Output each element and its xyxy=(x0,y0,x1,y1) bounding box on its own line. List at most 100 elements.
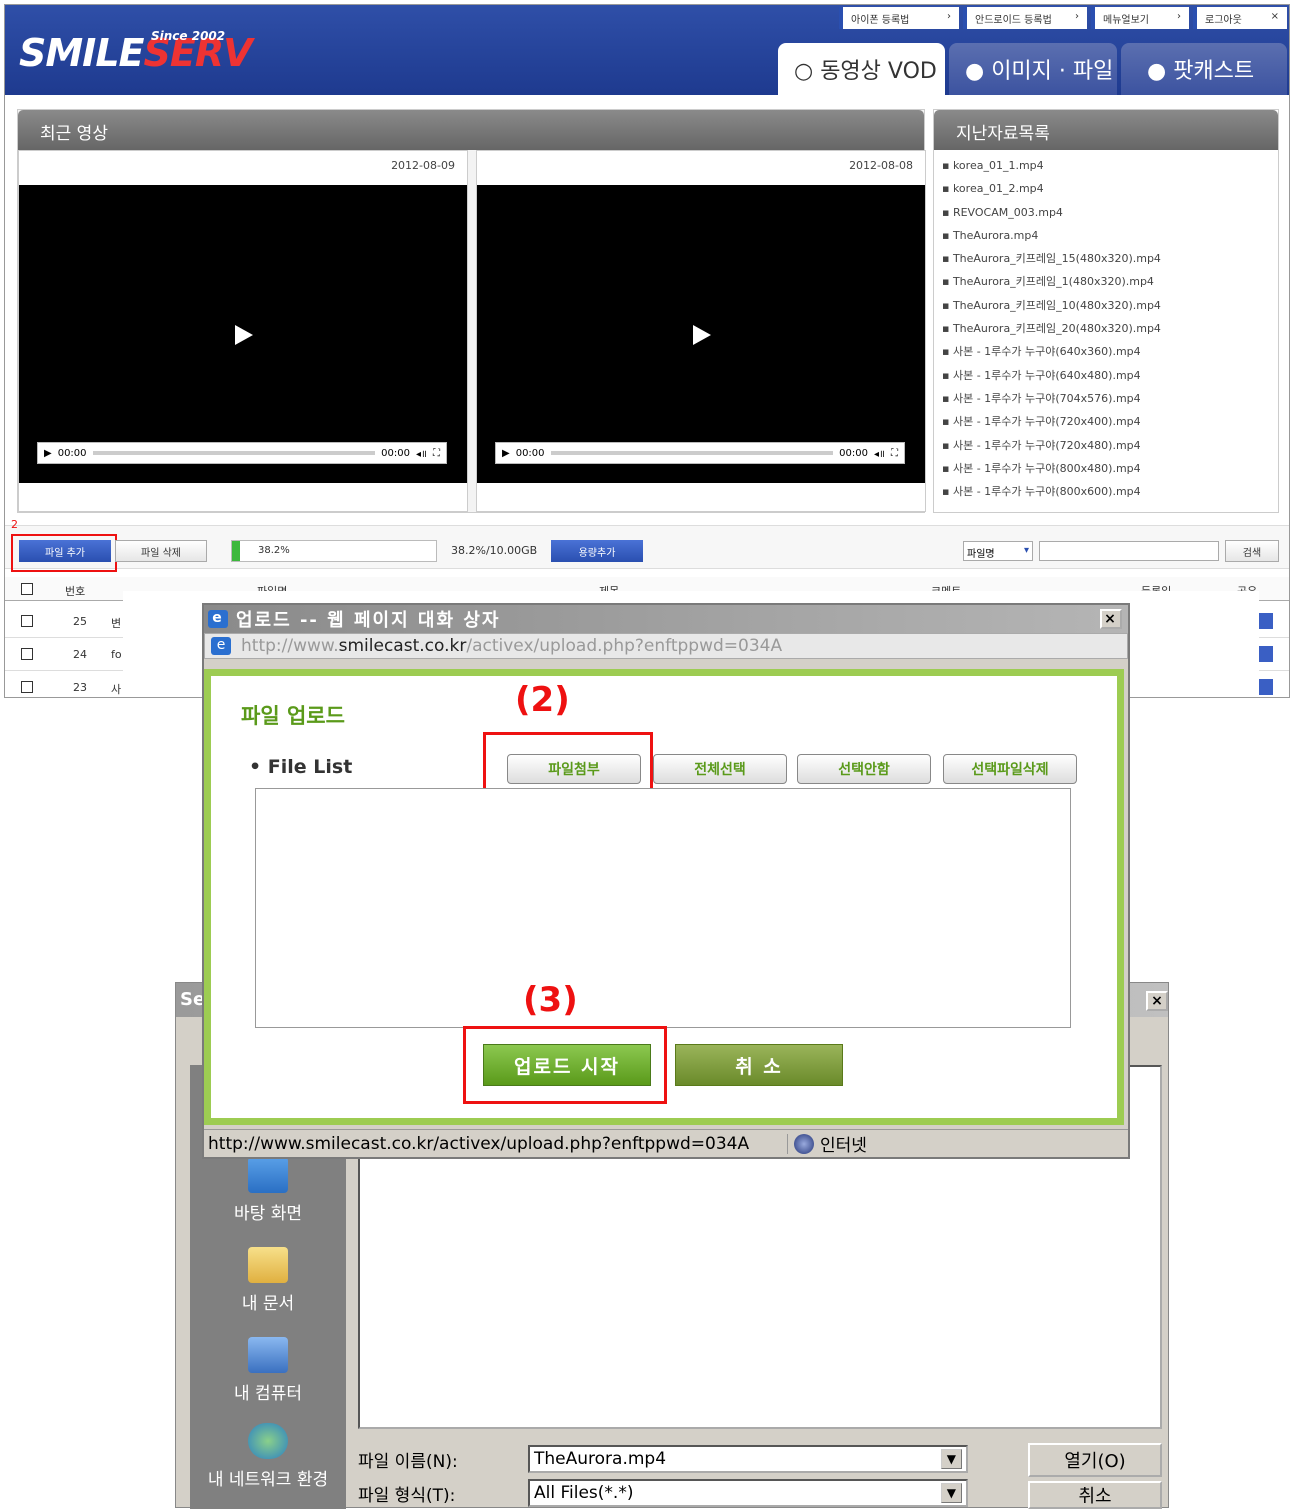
archive-list: ▪ korea_01_1.mp4 ▪ korea_01_2.mp4 ▪ REVOCA… xyxy=(934,150,1278,503)
archive-list-item[interactable]: ▪ TheAurora_키프레임_15(480x320).mp4 xyxy=(934,247,1278,270)
time-current: 00:00 xyxy=(57,447,87,459)
delete-selected-button[interactable]: 선택파일삭제 xyxy=(943,754,1077,784)
top-link-iphone[interactable]: 아이폰 등록법 › xyxy=(839,7,959,29)
share-icon[interactable] xyxy=(1259,646,1273,662)
video-date: 2012-08-09 xyxy=(19,151,467,185)
cancel-button[interactable]: 취소 xyxy=(1028,1481,1162,1509)
usage-percent: 38.2% xyxy=(258,545,290,556)
since-label: Since 2002 xyxy=(151,29,226,43)
share-icon[interactable] xyxy=(1259,613,1273,629)
video-player-2: 2012-08-08 ▶ 00:00 00:00 ◂॥ ⛶ xyxy=(476,150,926,512)
filename-input[interactable]: TheAurora.mp4 ▼ xyxy=(528,1445,968,1473)
dialog-url-bar: e http://www. smilecast.co.kr/activex/upl… xyxy=(204,633,1128,659)
col-num: 번호 xyxy=(65,585,86,598)
play-icon[interactable] xyxy=(235,325,253,345)
deselect-button[interactable]: 선택안함 xyxy=(797,754,931,784)
desktop-icon xyxy=(248,1157,288,1193)
video-screen[interactable]: ▶ 00:00 00:00 ◂॥ ⛶ xyxy=(19,185,467,483)
row-filename[interactable]: 사 xyxy=(111,681,121,697)
row-checkbox[interactable] xyxy=(21,681,33,693)
archive-list-item[interactable]: ▪ TheAurora.mp4 xyxy=(934,224,1278,247)
usage-text: 38.2%/10.00GB xyxy=(451,544,538,557)
select-all-checkbox[interactable] xyxy=(21,583,33,595)
delete-file-button[interactable]: 파일 삭제 xyxy=(115,540,207,562)
tab-podcast[interactable]: ● 팟캐스트 xyxy=(1121,43,1287,95)
play-small-icon[interactable]: ▶ xyxy=(44,448,52,459)
upload-heading: 파일 업로드 xyxy=(241,704,345,728)
attach-file-button[interactable]: 파일첨부 xyxy=(507,754,641,784)
open-button[interactable]: 열기(O) xyxy=(1028,1443,1162,1477)
search-field-select[interactable]: 파일명 ▾ xyxy=(963,541,1033,561)
row-num: 24 xyxy=(73,648,87,661)
video-player-1: 2012-08-09 ▶ 00:00 00:00 ◂॥ ⛶ xyxy=(18,150,468,512)
archive-list-item[interactable]: ▪ TheAurora_키프레임_20(480x320).mp4 xyxy=(934,317,1278,340)
archive-list-item[interactable]: ▪ korea_01_2.mp4 xyxy=(934,177,1278,200)
fullscreen-icon[interactable]: ⛶ xyxy=(433,448,440,459)
tab-image-file[interactable]: ● 이미지 · 파일 xyxy=(949,43,1117,95)
site-header: SMILESERV Since 2002 아이폰 등록법 › 안드로이드 등록법 ›… xyxy=(5,5,1289,95)
select-all-button[interactable]: 전체선택 xyxy=(653,754,787,784)
top-link-logout[interactable]: 로그아웃 × xyxy=(1193,7,1287,29)
share-icon[interactable] xyxy=(1259,679,1273,695)
video-date: 2012-08-08 xyxy=(477,151,925,185)
chevron-down-icon: ▾ xyxy=(1023,545,1029,556)
archive-list-item[interactable]: ▪ 사본 - 1루수가 누구야(640x360).mp4 xyxy=(934,340,1278,363)
row-filename[interactable]: 변 xyxy=(111,615,121,631)
row-filename[interactable]: fo xyxy=(111,648,122,661)
archive-list-item[interactable]: ▪ 사본 - 1루수가 누구야(704x576).mp4 xyxy=(934,387,1278,410)
archive-list-item[interactable]: ▪ 사본 - 1루수가 누구야(640x480).mp4 xyxy=(934,364,1278,387)
usage-bar: 38.2% xyxy=(231,540,437,562)
chevron-down-icon[interactable]: ▼ xyxy=(940,1449,962,1469)
time-total: 00:00 xyxy=(381,447,410,459)
archive-title: 지난자료목록 xyxy=(934,110,1278,150)
upload-dialog-title: 업로드 -- 웹 페이지 대화 상자 xyxy=(236,610,501,631)
time-current: 00:00 xyxy=(515,447,545,459)
archive-list-item[interactable]: ▪ 사본 - 1루수가 누구야(800x480).mp4 xyxy=(934,457,1278,480)
fullscreen-icon[interactable]: ⛶ xyxy=(891,448,898,459)
row-checkbox[interactable] xyxy=(21,615,33,627)
search-input[interactable] xyxy=(1039,541,1219,561)
status-zone: 인터넷 xyxy=(820,1136,867,1156)
add-file-button[interactable]: 파일 추가 xyxy=(19,540,111,562)
archive-list-item[interactable]: ▪ 사본 - 1루수가 누구야(720x480).mp4 xyxy=(934,434,1278,457)
place-my-computer[interactable]: 내 컴퓨터 xyxy=(190,1337,346,1404)
archive-list-item[interactable]: ▪ TheAurora_키프레임_10(480x320).mp4 xyxy=(934,294,1278,317)
add-capacity-button[interactable]: 용량추가 xyxy=(551,540,643,562)
search-button[interactable]: 검색 xyxy=(1225,540,1279,562)
file-list-box[interactable] xyxy=(255,788,1071,1028)
top-link-manual[interactable]: 메뉴얼보기 › xyxy=(1091,7,1189,29)
row-checkbox[interactable] xyxy=(21,648,33,660)
upload-dialog: e 업로드 -- 웹 페이지 대화 상자 × e http://www. smil… xyxy=(202,603,1130,1159)
place-my-documents[interactable]: 내 문서 xyxy=(190,1247,346,1314)
volume-icon[interactable]: ◂॥ xyxy=(416,446,427,460)
tab-vod[interactable]: ○ 동영상 VOD xyxy=(778,43,945,95)
archive-list-item[interactable]: ▪ korea_01_1.mp4 xyxy=(934,154,1278,177)
network-icon xyxy=(248,1423,288,1459)
top-link-android[interactable]: 안드로이드 등록법 › xyxy=(963,7,1087,29)
start-upload-button[interactable]: 업로드 시작 xyxy=(483,1044,651,1086)
video-controls: ▶ 00:00 00:00 ◂॥ ⛶ xyxy=(495,442,905,464)
volume-icon[interactable]: ◂॥ xyxy=(874,446,885,460)
cancel-upload-button[interactable]: 취 소 xyxy=(675,1044,843,1086)
play-small-icon[interactable]: ▶ xyxy=(502,448,510,459)
video-controls: ▶ 00:00 00:00 ◂॥ ⛶ xyxy=(37,442,447,464)
archive-list-item[interactable]: ▪ 사본 - 1루수가 누구야(800x600).mp4 xyxy=(934,480,1278,503)
annotation-step-2: (2) xyxy=(515,680,570,720)
video-screen[interactable]: ▶ 00:00 00:00 ◂॥ ⛶ xyxy=(477,185,925,483)
archive-list-item[interactable]: ▪ REVOCAM_003.mp4 xyxy=(934,201,1278,224)
place-network[interactable]: 내 네트워크 환경 xyxy=(190,1423,346,1490)
row-num: 23 xyxy=(73,681,87,694)
seek-bar[interactable] xyxy=(92,451,376,455)
close-icon[interactable]: × xyxy=(1146,991,1168,1011)
chevron-down-icon[interactable]: ▼ xyxy=(940,1483,962,1503)
filetype-select[interactable]: All Files(*.*) ▼ xyxy=(528,1479,968,1507)
recent-videos-title: 최근 영상 xyxy=(18,110,924,150)
archive-list-item[interactable]: ▪ TheAurora_키프레임_1(480x320).mp4 xyxy=(934,270,1278,293)
play-icon[interactable] xyxy=(693,325,711,345)
place-desktop[interactable]: 바탕 화면 xyxy=(190,1157,346,1224)
time-total: 00:00 xyxy=(839,447,868,459)
close-icon[interactable]: × xyxy=(1100,609,1122,629)
computer-icon xyxy=(248,1337,288,1373)
seek-bar[interactable] xyxy=(550,451,834,455)
archive-list-item[interactable]: ▪ 사본 - 1루수가 누구야(720x400).mp4 xyxy=(934,410,1278,433)
